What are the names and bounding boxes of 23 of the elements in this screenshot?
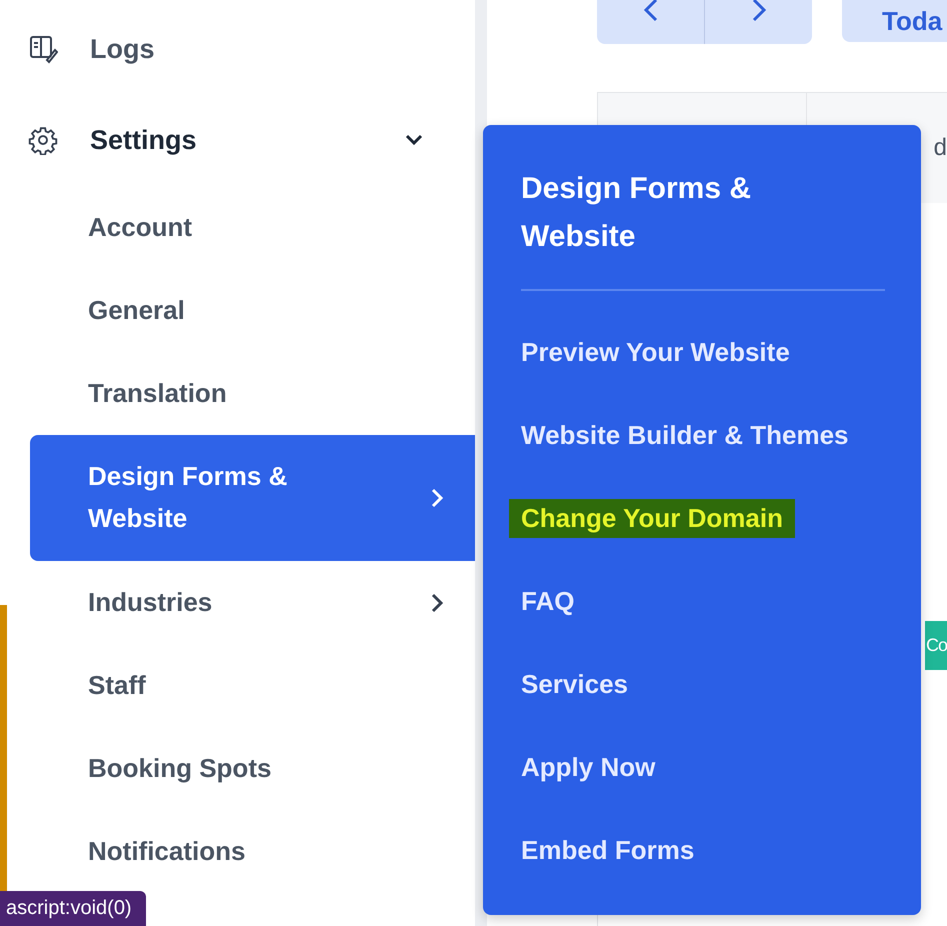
logs-icon: [28, 34, 58, 64]
sidebar-item[interactable]: Logs: [90, 34, 425, 64]
menu-item[interactable]: Notifications: [30, 810, 475, 893]
submenu-title: Design Forms & Website: [521, 171, 752, 255]
settings-icon: [28, 125, 58, 155]
submenu-item[interactable]: Embed Forms: [521, 831, 694, 870]
column-header: d: [934, 134, 947, 162]
menu-item[interactable]: General: [30, 269, 475, 352]
sidebar-item[interactable]: Settings: [90, 124, 403, 156]
menu-item[interactable]: Account: [30, 186, 475, 269]
highlighted-menu-item[interactable]: Change Your Domain: [509, 499, 795, 538]
submenu-item[interactable]: Services: [521, 665, 628, 704]
submenu-item[interactable]: FAQ: [521, 582, 574, 621]
submenu-item[interactable]: Preview Your Website: [521, 333, 790, 372]
selected-menu-item[interactable]: Design Forms & Website: [30, 435, 475, 561]
menu-item[interactable]: Industries: [30, 561, 475, 644]
menu-item[interactable]: Staff: [30, 644, 475, 727]
status-tooltip: ascript:void(0): [0, 891, 146, 926]
today-button[interactable]: Toda: [842, 0, 947, 42]
submenu-item[interactable]: Website Builder & Themes: [521, 416, 848, 455]
menu-item[interactable]: Booking Spots: [30, 727, 475, 810]
submenu-item[interactable]: Apply Now: [521, 748, 656, 787]
menu-item[interactable]: Translation: [30, 352, 475, 435]
